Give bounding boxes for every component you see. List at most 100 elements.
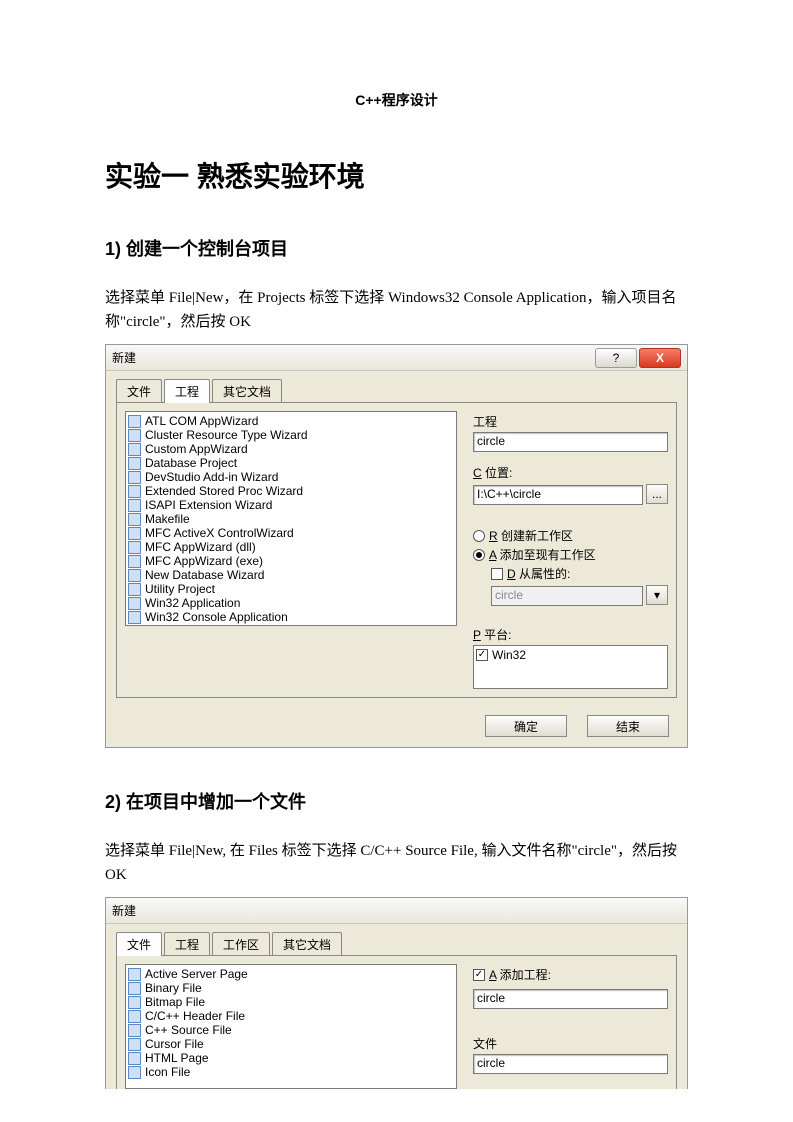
dependency-select[interactable]: circle [491,586,643,606]
list-item[interactable]: Icon File [128,1065,454,1079]
chevron-down-icon: ▾ [654,588,660,602]
wizard-icon [128,457,141,470]
checkbox-icon [491,568,503,580]
platform-label: P 平台: [473,626,668,643]
checkbox-icon [473,969,485,981]
close-icon: X [656,351,664,365]
heading-experiment: 实验一 熟悉实验环境 [105,155,688,195]
tab-other-docs[interactable]: 其它文档 [272,932,342,956]
section2-paragraph: 选择菜单 File|New, 在 Files 标签下选择 C/C++ Sourc… [105,839,688,887]
tab-projects[interactable]: 工程 [164,932,210,956]
dialog-title: 新建 [112,349,136,366]
list-item[interactable]: C++ Source File [128,1023,454,1037]
titlebar[interactable]: 新建 ? X [106,345,687,371]
list-item[interactable]: C/C++ Header File [128,1009,454,1023]
file-type-icon [128,968,141,981]
new-dialog-projects: 新建 ? X 文件 工程 其它文档 ATL COM AppWizardClust… [105,344,688,748]
wizard-icon [128,527,141,540]
file-type-icon [128,1038,141,1051]
dialog-title: 新建 [112,902,136,919]
close-button[interactable]: X [639,348,681,368]
wizard-icon [128,499,141,512]
tab-other-docs[interactable]: 其它文档 [212,379,282,403]
radio-new-workspace[interactable]: R 创建新工作区 [473,527,668,544]
file-name-label: 文件 [473,1035,668,1052]
file-type-icon [128,1024,141,1037]
tab-projects[interactable]: 工程 [164,379,210,403]
list-item[interactable]: Win32 Application [128,596,454,610]
list-item[interactable]: New Database Wizard [128,568,454,582]
dependency-dropdown-button[interactable]: ▾ [646,585,668,605]
list-item[interactable]: HTML Page [128,1051,454,1065]
document-title: C++程序设计 [105,90,688,110]
tab-panel: Active Server PageBinary FileBitmap File… [116,955,677,1089]
list-item[interactable]: DevStudio Add-in Wizard [128,470,454,484]
list-item[interactable]: Bitmap File [128,995,454,1009]
ok-button[interactable]: 确定 [485,715,567,737]
file-type-icon [128,1052,141,1065]
tab-strip: 文件 工程 其它文档 [106,371,687,403]
wizard-icon [128,443,141,456]
wizard-icon [128,555,141,568]
list-item[interactable]: Cursor File [128,1037,454,1051]
file-type-icon [128,1010,141,1023]
new-dialog-files: 新建 文件 工程 工作区 其它文档 Active Server PageBina… [105,897,688,1089]
list-item[interactable]: Custom AppWizard [128,442,454,456]
wizard-icon [128,597,141,610]
tab-strip: 文件 工程 工作区 其它文档 [106,924,687,956]
list-item[interactable]: ATL COM AppWizard [128,414,454,428]
list-item[interactable]: Binary File [128,981,454,995]
checkbox-icon [476,649,488,661]
wizard-icon [128,611,141,624]
tab-files[interactable]: 文件 [116,932,162,956]
location-input[interactable]: I:\C++\circle [473,485,643,505]
list-item[interactable]: MFC AppWizard (dll) [128,540,454,554]
platform-list[interactable]: Win32 [473,645,668,689]
tab-panel: ATL COM AppWizardCluster Resource Type W… [116,402,677,698]
wizard-icon [128,583,141,596]
dialog-button-row: 确定 结束 [106,709,687,747]
cancel-button[interactable]: 结束 [587,715,669,737]
section2-heading: 2) 在项目中增加一个文件 [105,788,688,814]
wizard-icon [128,569,141,582]
list-item[interactable]: Makefile [128,512,454,526]
list-item[interactable]: Database Project [128,456,454,470]
file-type-icon [128,982,141,995]
titlebar[interactable]: 新建 [106,898,687,924]
browse-button[interactable]: ... [646,484,668,504]
list-item[interactable]: Utility Project [128,582,454,596]
add-to-project-select[interactable]: circle [473,989,668,1009]
project-name-input[interactable]: circle [473,432,668,452]
radio-add-workspace[interactable]: A 添加至现有工作区 [473,546,668,563]
section1-heading: 1) 创建一个控制台项目 [105,235,688,261]
project-type-list[interactable]: ATL COM AppWizardCluster Resource Type W… [125,411,457,626]
tab-workspaces[interactable]: 工作区 [212,932,270,956]
list-item[interactable]: Cluster Resource Type Wizard [128,428,454,442]
help-icon: ? [613,351,620,365]
file-name-input[interactable]: circle [473,1054,668,1074]
platform-item-win32[interactable]: Win32 [476,648,665,662]
file-type-list[interactable]: Active Server PageBinary FileBitmap File… [125,964,457,1089]
wizard-icon [128,541,141,554]
wizard-icon [128,429,141,442]
ellipsis-icon: ... [652,487,662,501]
list-item[interactable]: MFC AppWizard (exe) [128,554,454,568]
wizard-icon [128,485,141,498]
project-name-label: 工程 [473,413,668,430]
list-item[interactable]: Win32 Dynamic-Link Library [128,624,454,626]
dependency-checkbox[interactable]: D 从属性的: [491,565,668,582]
add-to-project-checkbox[interactable]: A 添加工程: [473,966,668,983]
radio-icon [473,549,485,561]
help-button[interactable]: ? [595,348,637,368]
list-item[interactable]: MFC ActiveX ControlWizard [128,526,454,540]
list-item[interactable]: Win32 Console Application [128,610,454,624]
list-item[interactable]: Extended Stored Proc Wizard [128,484,454,498]
list-item[interactable]: ISAPI Extension Wizard [128,498,454,512]
wizard-icon [128,415,141,428]
wizard-icon [128,513,141,526]
list-item[interactable]: Active Server Page [128,967,454,981]
wizard-icon [128,625,141,627]
tab-files[interactable]: 文件 [116,379,162,403]
workspace-groupbox: R 创建新工作区 A 添加至现有工作区 D 从属性的: circle ▾ [473,527,668,606]
file-type-icon [128,1066,141,1079]
